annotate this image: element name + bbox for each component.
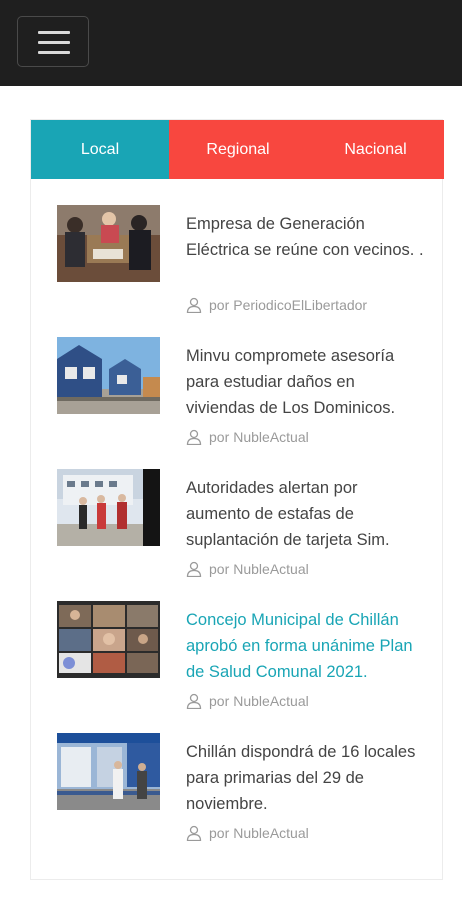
article-title[interactable]: Minvu compromete asesoría para estudiar …: [186, 343, 426, 421]
article-thumbnail[interactable]: [57, 733, 160, 810]
article-thumbnail[interactable]: [57, 601, 160, 678]
article-author[interactable]: por NubleActual: [186, 693, 309, 710]
author-name[interactable]: NubleActual: [233, 693, 309, 709]
article-item[interactable]: Chillán dispondrá de 16 locales para pri…: [57, 733, 427, 853]
user-icon: [186, 693, 202, 710]
article-title[interactable]: Concejo Municipal de Chillán aprobó en f…: [186, 607, 426, 685]
author-name[interactable]: NubleActual: [233, 825, 309, 841]
article-title[interactable]: Empresa de Generación Eléctrica se reúne…: [186, 211, 426, 263]
article-author[interactable]: por NubleActual: [186, 429, 309, 446]
hamburger-line: [38, 41, 70, 44]
author-prefix: por: [209, 693, 230, 709]
author-prefix: por: [209, 561, 230, 577]
tab-regional[interactable]: Regional: [169, 120, 307, 179]
article-item[interactable]: Empresa de Generación Eléctrica se reúne…: [57, 205, 427, 325]
author-name[interactable]: PeriodicoElLibertador: [233, 297, 367, 313]
user-icon: [186, 297, 202, 314]
top-navbar: [0, 0, 462, 86]
article-title[interactable]: Autoridades alertan por aumento de estaf…: [186, 475, 426, 553]
article-author[interactable]: por NubleActual: [186, 561, 309, 578]
article-item[interactable]: Minvu compromete asesoría para estudiar …: [57, 337, 427, 457]
author-prefix: por: [209, 825, 230, 841]
author-prefix: por: [209, 297, 230, 313]
hamburger-menu-button[interactable]: [17, 16, 89, 67]
author-prefix: por: [209, 429, 230, 445]
article-author[interactable]: por NubleActual: [186, 825, 309, 842]
article-item[interactable]: Concejo Municipal de Chillán aprobó en f…: [57, 601, 427, 721]
author-name[interactable]: NubleActual: [233, 561, 309, 577]
hamburger-line: [38, 51, 70, 54]
article-thumbnail[interactable]: [57, 469, 160, 546]
article-thumbnail[interactable]: [57, 205, 160, 282]
article-title[interactable]: Chillán dispondrá de 16 locales para pri…: [186, 739, 426, 817]
author-name[interactable]: NubleActual: [233, 429, 309, 445]
hamburger-menu-icon: [38, 31, 70, 34]
user-icon: [186, 561, 202, 578]
tab-local[interactable]: Local: [31, 120, 169, 179]
tab-nacional[interactable]: Nacional: [307, 120, 444, 179]
news-tabs-panel: Local Regional Nacional Empresa de Gener…: [30, 119, 444, 880]
user-icon: [186, 825, 202, 842]
article-thumbnail[interactable]: [57, 337, 160, 414]
article-item[interactable]: Autoridades alertan por aumento de estaf…: [57, 469, 427, 589]
tab-bar: Local Regional Nacional: [31, 120, 444, 179]
user-icon: [186, 429, 202, 446]
article-author[interactable]: por PeriodicoElLibertador: [186, 297, 367, 314]
